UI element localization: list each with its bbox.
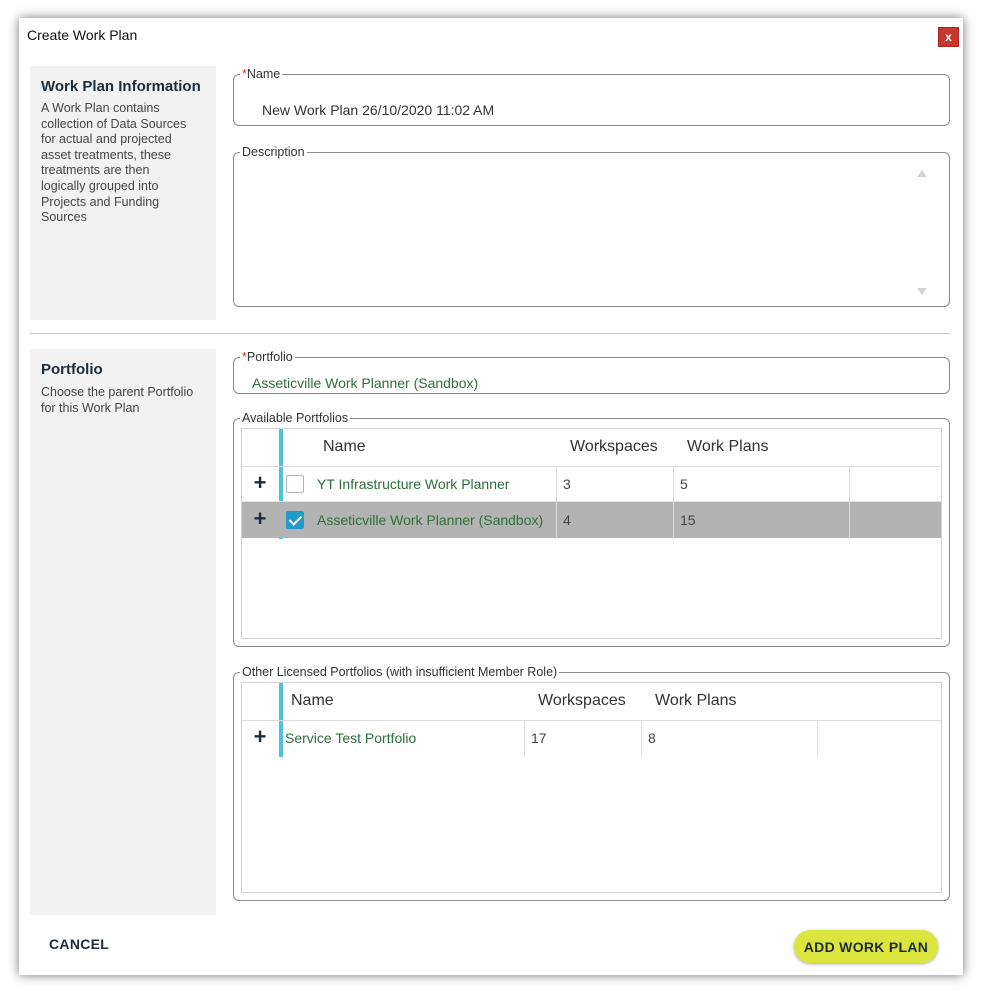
row-workspaces: 3 bbox=[557, 466, 674, 502]
row-name: Service Test Portfolio bbox=[279, 720, 525, 756]
create-work-plan-dialog: Create Work Plan x Work Plan Information… bbox=[19, 18, 963, 975]
table-row-selected[interactable]: + Asseticville Work Planner (Sandbox) 4 … bbox=[242, 502, 941, 538]
row-checkbox[interactable] bbox=[286, 475, 304, 493]
description-label: Description bbox=[242, 145, 305, 159]
row-workspaces: 4 bbox=[557, 502, 674, 538]
section-divider bbox=[30, 333, 950, 334]
row-checkbox-checked[interactable] bbox=[286, 511, 304, 529]
grid-header: Name Workspaces Work Plans bbox=[242, 683, 941, 721]
available-portfolios-grid: Name Workspaces Work Plans + YT Infrastr… bbox=[241, 428, 942, 639]
row-work-plans: 15 bbox=[674, 502, 850, 538]
row-name: YT Infrastructure Work Planner bbox=[311, 466, 557, 502]
column-header-name[interactable]: Name bbox=[291, 683, 334, 719]
cancel-button[interactable]: CANCEL bbox=[49, 936, 109, 952]
table-row[interactable]: + YT Infrastructure Work Planner 3 5 bbox=[242, 466, 941, 502]
column-header-work-plans[interactable]: Work Plans bbox=[687, 429, 769, 465]
row-name: Asseticville Work Planner (Sandbox) bbox=[311, 502, 557, 538]
portfolio-heading: Portfolio bbox=[41, 361, 103, 378]
close-button[interactable]: x bbox=[938, 27, 959, 47]
portfolio-field[interactable]: *Portfolio Asseticville Work Planner (Sa… bbox=[233, 350, 950, 394]
scroll-down-icon[interactable] bbox=[917, 288, 927, 295]
info-description: A Work Plan contains collection of Data … bbox=[41, 101, 187, 225]
name-field[interactable]: *Name New Work Plan 26/10/2020 11:02 AM bbox=[233, 67, 950, 126]
other-portfolios-label: Other Licensed Portfolios (with insuffic… bbox=[242, 665, 558, 679]
portfolio-side-panel: Portfolio Choose the parent Portfolio fo… bbox=[30, 349, 216, 915]
column-header-work-plans[interactable]: Work Plans bbox=[655, 683, 737, 719]
expand-plus-icon[interactable]: + bbox=[242, 502, 278, 538]
column-header-workspaces[interactable]: Workspaces bbox=[538, 683, 626, 719]
dialog-title: Create Work Plan bbox=[27, 27, 138, 43]
table-row[interactable]: + Service Test Portfolio 17 8 bbox=[242, 720, 941, 756]
column-header-name[interactable]: Name bbox=[323, 429, 366, 465]
column-header-workspaces[interactable]: Workspaces bbox=[570, 429, 658, 465]
portfolio-description: Choose the parent Portfolio for this Wor… bbox=[41, 385, 194, 415]
description-field[interactable]: Description bbox=[233, 145, 950, 307]
available-portfolios-label: Available Portfolios bbox=[242, 411, 349, 425]
name-label: *Name bbox=[242, 67, 281, 81]
name-input[interactable]: New Work Plan 26/10/2020 11:02 AM bbox=[262, 102, 494, 118]
add-work-plan-button[interactable]: ADD WORK PLAN bbox=[794, 930, 938, 963]
grid-header: Name Workspaces Work Plans bbox=[242, 429, 941, 467]
expand-plus-icon[interactable]: + bbox=[242, 720, 278, 756]
row-work-plans: 8 bbox=[642, 720, 818, 756]
title-bar: Create Work Plan x bbox=[19, 18, 963, 52]
info-side-panel: Work Plan Information A Work Plan contai… bbox=[30, 66, 216, 320]
expand-plus-icon[interactable]: + bbox=[242, 466, 278, 502]
portfolio-label: *Portfolio bbox=[242, 350, 293, 364]
row-work-plans: 5 bbox=[674, 466, 850, 502]
row-workspaces: 17 bbox=[525, 720, 642, 756]
portfolio-input[interactable]: Asseticville Work Planner (Sandbox) bbox=[252, 375, 478, 391]
other-portfolios-grid: Name Workspaces Work Plans + Service Tes… bbox=[241, 682, 942, 893]
info-heading: Work Plan Information bbox=[41, 78, 201, 95]
scroll-up-icon[interactable] bbox=[917, 170, 927, 177]
